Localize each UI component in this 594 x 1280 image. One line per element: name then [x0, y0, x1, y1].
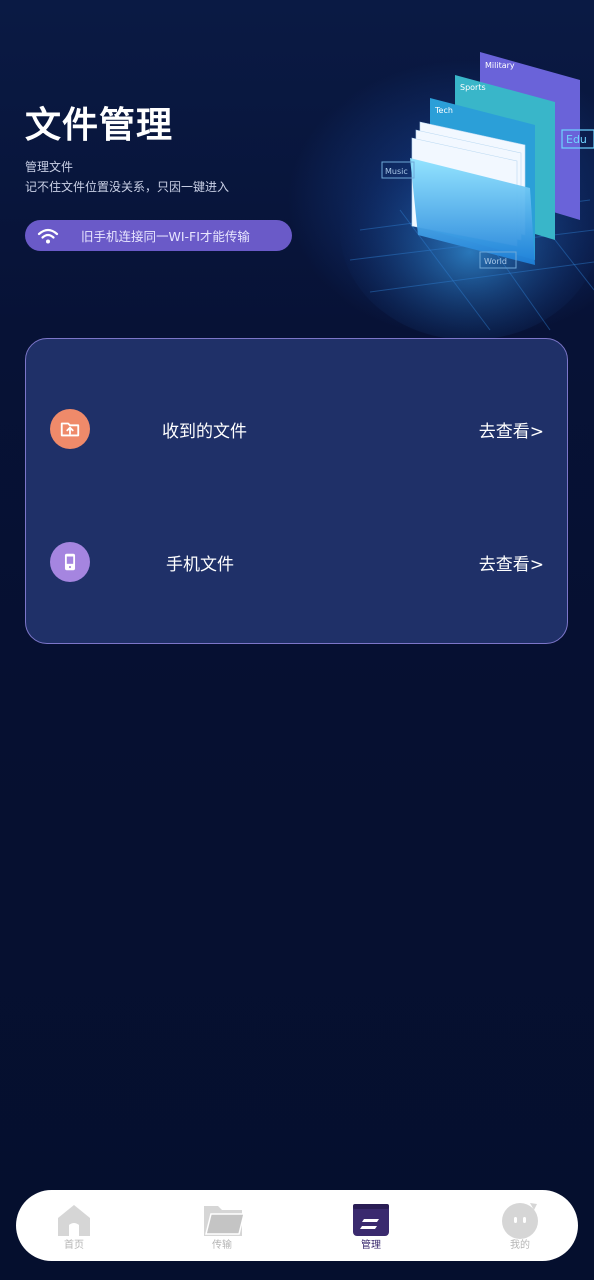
profile-icon — [500, 1200, 540, 1240]
tab-profile[interactable]: 我的 — [480, 1200, 560, 1256]
wifi-notice-text: 旧手机连接同一WI-FI才能传输 — [81, 229, 250, 244]
manage-icon — [351, 1200, 391, 1240]
file-entries-card: 收到的文件 去查看> 手机文件 去查看> — [25, 338, 568, 644]
svg-text:Edu: Edu — [566, 133, 587, 146]
wifi-notice-banner[interactable]: 旧手机连接同一WI-FI才能传输 — [25, 220, 292, 251]
svg-text:Sports: Sports — [460, 83, 486, 92]
file-folders-illustration: Military Sports Tech Edu Music World — [340, 30, 594, 340]
tab-transfer[interactable]: 传输 — [182, 1200, 262, 1256]
tab-home[interactable]: 首页 — [34, 1200, 114, 1256]
phone-files-view-link[interactable]: 去查看> — [479, 550, 544, 575]
phone-files-title: 手机文件 — [166, 555, 234, 575]
svg-text:World: World — [484, 257, 507, 266]
tag-edu: Edu — [561, 129, 594, 149]
tab-profile-label: 我的 — [510, 1240, 530, 1251]
page-title: 文件管理 — [25, 105, 174, 146]
phone-icon — [50, 542, 90, 582]
wifi-icon — [37, 227, 59, 245]
tab-home-label: 首页 — [64, 1240, 84, 1251]
folder-icon — [202, 1200, 245, 1240]
svg-text:Military: Military — [485, 61, 515, 70]
page-subtitle: 管理文件 — [25, 160, 74, 174]
tab-transfer-label: 传输 — [212, 1240, 232, 1251]
received-files-row[interactable]: 收到的文件 去查看> — [26, 401, 567, 461]
svg-text:Tech: Tech — [434, 106, 453, 115]
bottom-tab-bar: 首页 传输 管理 我的 — [16, 1190, 578, 1261]
received-folder-icon — [50, 409, 90, 449]
phone-files-row[interactable]: 手机文件 去查看> — [26, 534, 567, 594]
page-description: 记不住文件位置没关系，只因一键进入 — [25, 180, 230, 194]
received-files-view-link[interactable]: 去查看> — [479, 417, 544, 442]
home-icon — [54, 1200, 94, 1240]
svg-text:Music: Music — [385, 167, 408, 176]
tab-manage-label: 管理 — [361, 1240, 381, 1251]
tab-manage[interactable]: 管理 — [331, 1200, 411, 1256]
received-files-title: 收到的文件 — [162, 422, 247, 442]
